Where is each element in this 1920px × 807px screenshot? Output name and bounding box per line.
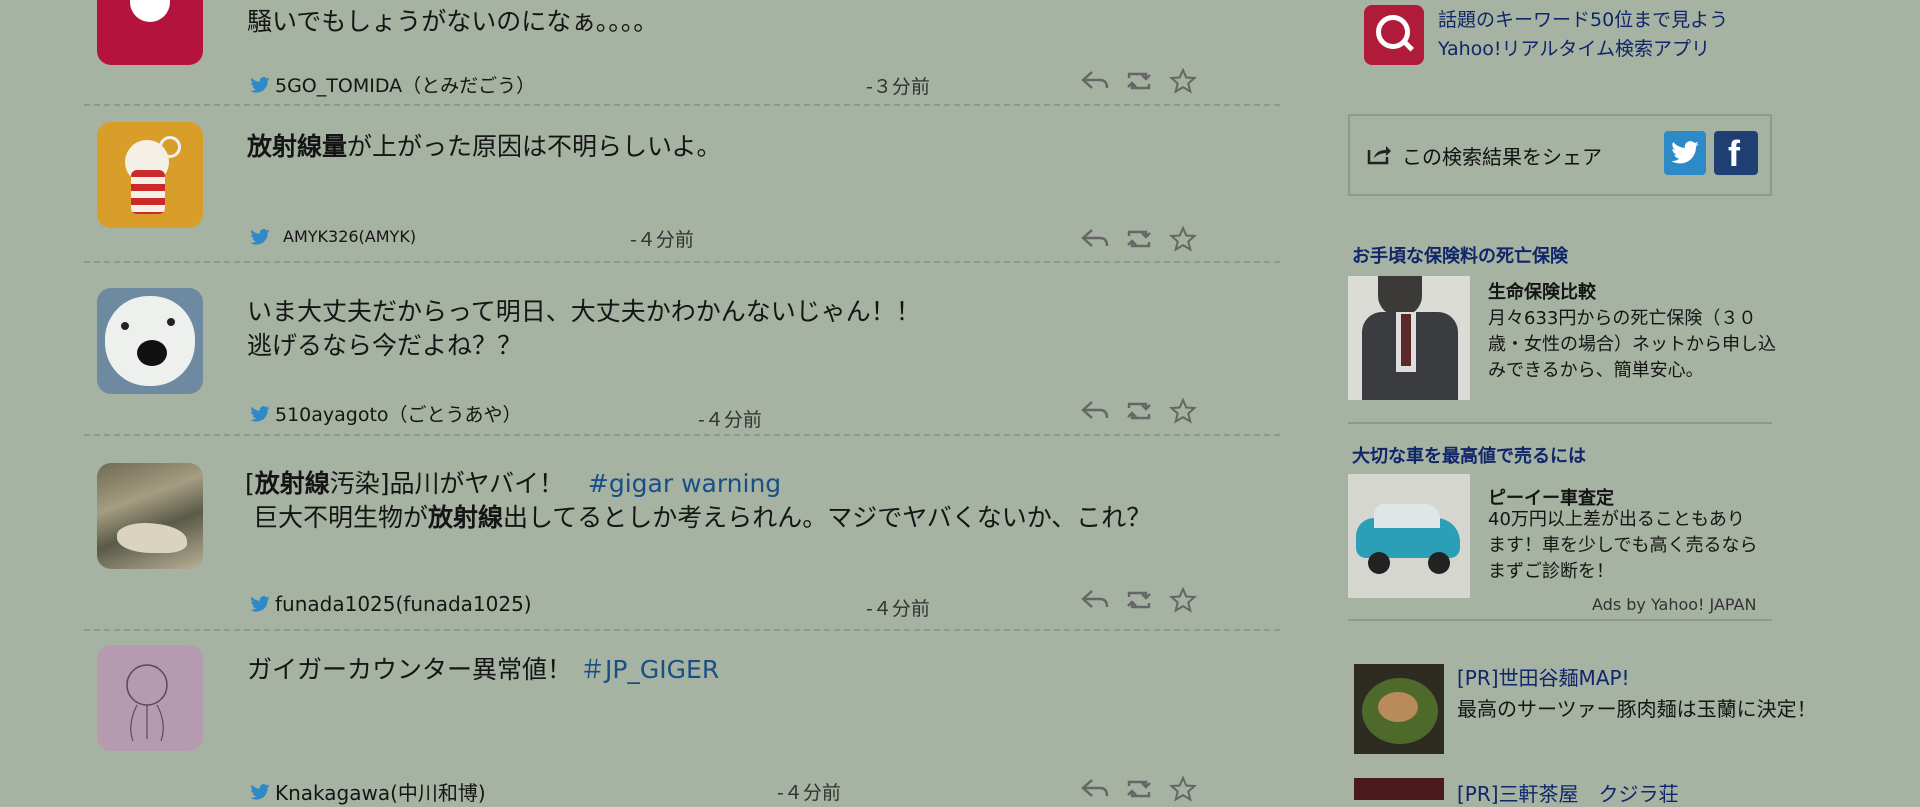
favorite-icon[interactable] bbox=[1168, 68, 1198, 94]
ad-body: 月々633円からの死亡保険（３０歳・女性の場合）ネットから申し込みできるから、簡… bbox=[1488, 308, 1776, 381]
pr-title[interactable]: [PR]世田谷麺MAP! bbox=[1457, 662, 1630, 691]
retweet-icon[interactable] bbox=[1124, 587, 1154, 613]
tweet-actions bbox=[1080, 776, 1198, 802]
ad-title[interactable]: お手頃な保険料の死亡保険 bbox=[1352, 242, 1568, 268]
ad-body: 40万円以上差が出ることもあります！車を少しでも高く売るならまずご診断を！ bbox=[1488, 509, 1758, 582]
twitter-bird-icon bbox=[250, 405, 270, 422]
avatar[interactable] bbox=[97, 0, 203, 65]
ad-image-car[interactable] bbox=[1348, 474, 1470, 598]
retweet-icon[interactable] bbox=[1124, 776, 1154, 802]
twitter-bird-icon bbox=[250, 596, 270, 612]
pr-image-restaurant[interactable] bbox=[1354, 778, 1444, 800]
retweet-icon[interactable] bbox=[1124, 398, 1154, 424]
tweet-separator bbox=[84, 261, 1280, 263]
tweet-username[interactable]: 510ayagoto（ごとうあや） bbox=[250, 400, 522, 427]
tweet-text: 騒いでもしょうがないのになぁ。。。。 bbox=[247, 7, 659, 36]
tweet-username[interactable]: AMYK326(AMYK) bbox=[250, 227, 416, 246]
retweet-icon[interactable] bbox=[1124, 68, 1154, 94]
ad-image-businessman[interactable] bbox=[1348, 276, 1470, 400]
reply-icon[interactable] bbox=[1080, 587, 1110, 613]
avatar[interactable] bbox=[97, 288, 203, 394]
share-icon bbox=[1367, 146, 1391, 165]
favorite-icon[interactable] bbox=[1168, 776, 1198, 802]
share-label: この検索結果をシェア bbox=[1402, 145, 1602, 169]
tweet-actions bbox=[1080, 398, 1198, 424]
twitter-bird-icon bbox=[250, 783, 270, 800]
avatar[interactable] bbox=[97, 463, 203, 569]
tweet-username[interactable]: Knakagawa(中川和博) bbox=[250, 777, 486, 806]
pr-title[interactable]: [PR]三軒茶屋 クジラ荘 bbox=[1457, 778, 1679, 807]
ad-divider bbox=[1348, 619, 1772, 621]
hashtag-link[interactable]: #gigar warning bbox=[588, 469, 781, 498]
hashtag-link[interactable]: ＃JP_GIGER bbox=[580, 655, 719, 684]
tweet-text: [放射線汚染]品川がヤバイ！ #gigar warning 巨大不明生物が放射線… bbox=[245, 469, 1152, 532]
avatar[interactable] bbox=[97, 645, 203, 751]
share-box: この検索結果をシェア f bbox=[1348, 114, 1772, 196]
tweet-separator bbox=[84, 629, 1280, 631]
ad-title[interactable]: 大切な車を最高値で売るには bbox=[1352, 442, 1586, 468]
tweet-actions bbox=[1080, 68, 1198, 94]
pr-body[interactable]: 最高のサーツァー豚肉麺は玉蘭に決定！ bbox=[1457, 693, 1817, 722]
ad-headline[interactable]: 生命保険比較 bbox=[1488, 278, 1596, 304]
app-promo-link[interactable]: 話題のキーワード50位まで見よう Yahoo!リアルタイム検索アプリ bbox=[1438, 6, 1728, 64]
favorite-icon[interactable] bbox=[1168, 587, 1198, 613]
reply-icon[interactable] bbox=[1080, 68, 1110, 94]
twitter-share-button[interactable] bbox=[1664, 131, 1706, 175]
tweet-text: いま大丈夫だからって明日、大丈夫かわかんないじゃん！！ 逃げるなら今だよね？？ bbox=[247, 297, 921, 360]
tweet-separator bbox=[84, 104, 1280, 106]
reply-icon[interactable] bbox=[1080, 398, 1110, 424]
tweet-time: -４分前 bbox=[698, 409, 762, 431]
ad-divider bbox=[1348, 422, 1772, 424]
realtime-app-icon[interactable] bbox=[1364, 5, 1424, 65]
ads-credit[interactable]: Ads by Yahoo! JAPAN bbox=[1592, 595, 1756, 614]
tweet-text: ガイガーカウンター異常値！ ＃JP_GIGER bbox=[247, 655, 720, 684]
facebook-f-icon: f bbox=[1728, 133, 1740, 174]
retweet-icon[interactable] bbox=[1124, 226, 1154, 252]
pr-image-ramen[interactable] bbox=[1354, 664, 1444, 754]
username-label: funada1025(funada1025) bbox=[275, 592, 532, 616]
tweet-username[interactable]: 5GO_TOMIDA（とみだごう） bbox=[250, 71, 535, 98]
tweet-username[interactable]: funada1025(funada1025) bbox=[250, 592, 532, 616]
tweet-time: -４分前 bbox=[777, 782, 841, 804]
tweet-actions bbox=[1080, 587, 1198, 613]
twitter-bird-icon bbox=[1671, 141, 1699, 164]
tweet-time: -４分前 bbox=[866, 598, 930, 620]
favorite-icon[interactable] bbox=[1168, 398, 1198, 424]
facebook-share-button[interactable]: f bbox=[1714, 131, 1758, 175]
tweet-time: -４分前 bbox=[630, 229, 694, 251]
username-label: Knakagawa(中川和博) bbox=[275, 781, 486, 805]
reply-icon[interactable] bbox=[1080, 776, 1110, 802]
tweet-separator bbox=[84, 434, 1280, 436]
username-label: 510ayagoto（ごとうあや） bbox=[275, 404, 522, 426]
username-label: 5GO_TOMIDA（とみだごう） bbox=[275, 75, 536, 97]
tweet-actions bbox=[1080, 226, 1198, 252]
favorite-icon[interactable] bbox=[1168, 226, 1198, 252]
twitter-bird-icon bbox=[250, 228, 270, 245]
twitter-bird-icon bbox=[250, 76, 270, 93]
avatar[interactable] bbox=[97, 122, 203, 228]
username-label: AMYK326(AMYK) bbox=[283, 227, 417, 246]
tweet-text: 放射線量が上がった原因は不明らしいよ。 bbox=[247, 132, 722, 161]
tweet-time: -３分前 bbox=[866, 76, 930, 98]
reply-icon[interactable] bbox=[1080, 226, 1110, 252]
